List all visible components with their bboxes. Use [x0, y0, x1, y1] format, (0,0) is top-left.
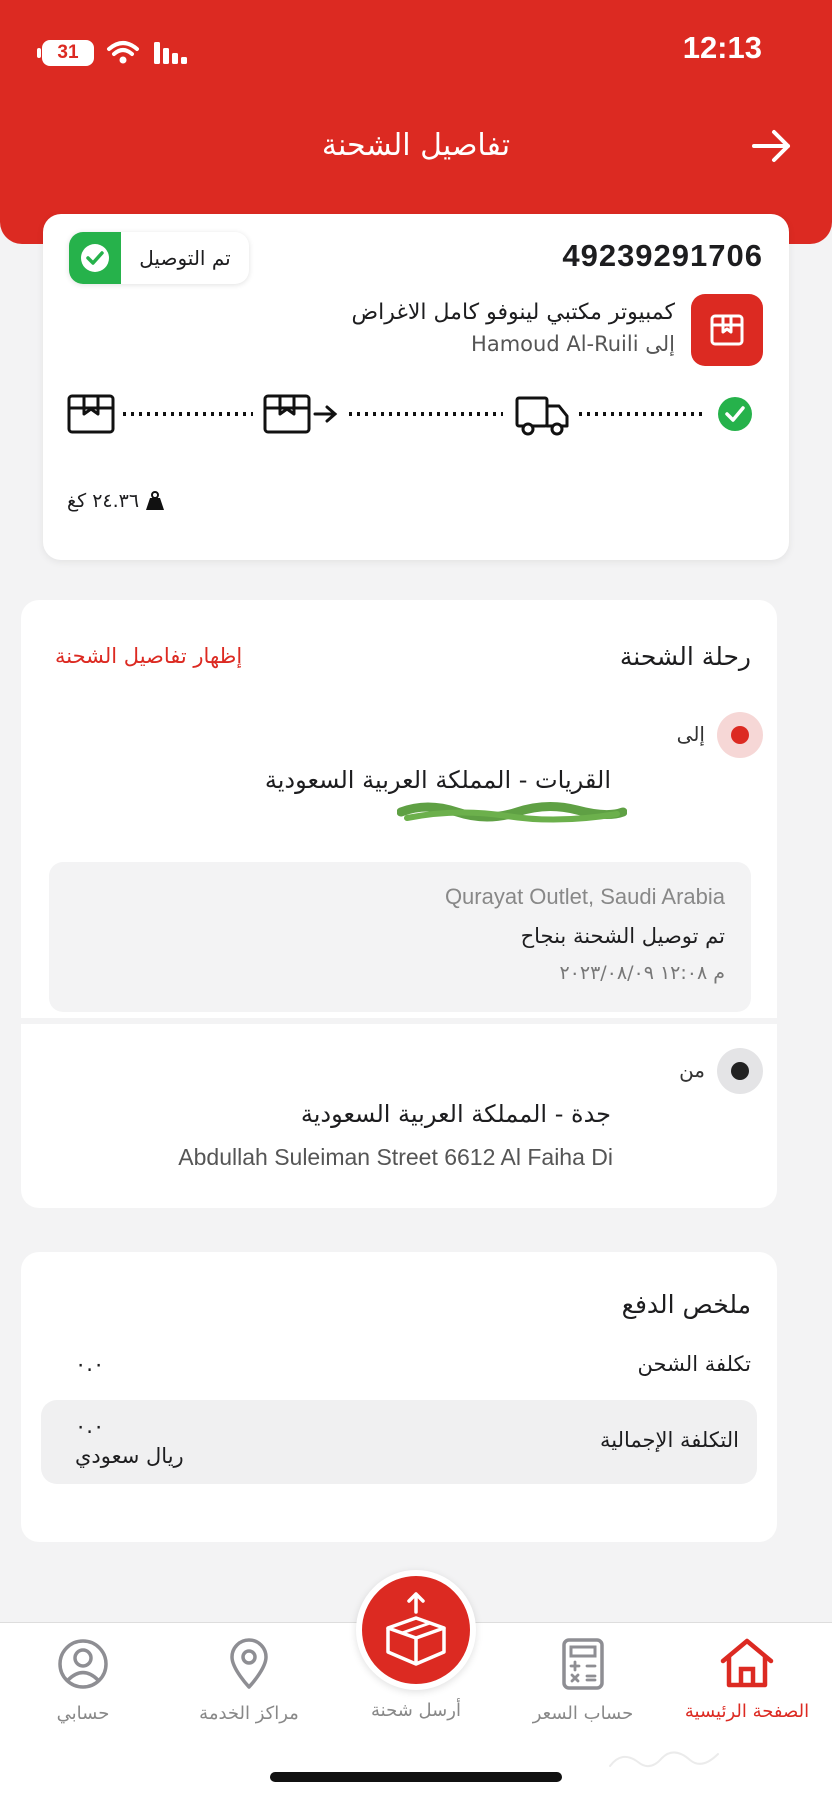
- shipment-summary-card[interactable]: تم التوصيل 49239291706 كمبيوتر مكتبي لين…: [43, 214, 789, 560]
- tab-price-calc-label: حساب السعر: [532, 1703, 634, 1724]
- truck-icon: [515, 396, 569, 436]
- status-time: 12:13: [682, 30, 762, 65]
- package-icon: [67, 394, 115, 434]
- check-icon: [69, 232, 121, 284]
- tab-service-centers-label: مراكز الخدمة: [199, 1703, 299, 1724]
- status-badge: تم التوصيل: [69, 232, 249, 284]
- weight-icon: [146, 491, 165, 510]
- weight-info: ٢٤.٣٦ كغ: [67, 490, 165, 512]
- event-status: تم توصيل الشحنة بنجاح: [520, 924, 725, 948]
- shipping-cost-label: تكلفة الشحن: [637, 1352, 751, 1376]
- tab-home-label: الصفحة الرئيسية: [684, 1701, 810, 1722]
- send-shipment-button[interactable]: [356, 1570, 476, 1690]
- origin-address: Abdullah Suleiman Street 6612 Al Faiha D…: [178, 1144, 613, 1170]
- tracking-number: 49239291706: [562, 238, 763, 273]
- origin-dot-icon: [717, 1048, 763, 1094]
- destination-dot-icon: [717, 712, 763, 758]
- header-bar: 31 12:13 تفاصيل الشحنة: [0, 0, 832, 244]
- payment-title: ملخص الدفع: [621, 1290, 751, 1319]
- total-cost-label: التكلفة الإجمالية: [599, 1428, 739, 1452]
- tracking-event: Qurayat Outlet, Saudi Arabia تم توصيل ال…: [49, 862, 751, 1012]
- package-icon: [263, 394, 338, 434]
- destination-city: القريات - المملكة العربية السعودية: [264, 766, 611, 794]
- battery-indicator: 31: [37, 40, 94, 66]
- package-icon: [691, 294, 763, 366]
- divider: [21, 1018, 777, 1024]
- wifi-icon: [107, 41, 139, 64]
- tab-service-centers[interactable]: مراكز الخدمة: [174, 1637, 324, 1724]
- event-outlet: Qurayat Outlet, Saudi Arabia: [444, 884, 725, 909]
- payment-summary-card: ملخص الدفع تكلفة الشحن ٠.٠ التكلفة الإجم…: [21, 1252, 777, 1542]
- watermark-logo: [606, 1748, 722, 1771]
- back-arrow-icon[interactable]: [750, 124, 794, 168]
- tab-home[interactable]: الصفحة الرئيسية: [672, 1637, 822, 1722]
- total-cost-row: التكلفة الإجمالية ٠.٠ ريال سعودي: [41, 1400, 757, 1484]
- shipment-journey-card: رحلة الشحنة إظهار تفاصيل الشحنة إلى القر…: [21, 600, 777, 1208]
- from-label: من: [679, 1058, 705, 1082]
- currency-label: ريال سعودي: [75, 1444, 184, 1468]
- check-icon: [718, 397, 752, 431]
- recipient-line: إلى Hamoud Al-Ruili: [471, 332, 675, 356]
- tab-price-calc[interactable]: حساب السعر: [508, 1637, 658, 1724]
- event-time: م ١٢:٠٨ ٢٠٢٣/٠٨/٠٩: [559, 962, 725, 984]
- journey-title: رحلة الشحنة: [619, 642, 751, 671]
- location-pin-icon: [230, 1638, 268, 1689]
- home-indicator: [270, 1772, 562, 1782]
- weight-value: ٢٤.٣٦ كغ: [67, 490, 140, 512]
- status-badge-label: تم التوصيل: [139, 246, 231, 270]
- page-title: تفاصيل الشحنة: [321, 128, 511, 163]
- redacted-scribble: [397, 802, 627, 823]
- user-icon: [58, 1639, 108, 1689]
- item-name: كمبيوتر مكتبي لينوفو كامل الاغراض: [351, 300, 675, 325]
- signal-icon: [154, 42, 187, 64]
- shipping-cost-value: ٠.٠: [75, 1352, 105, 1376]
- send-box-icon: [386, 1592, 446, 1666]
- to-label: إلى: [676, 722, 705, 746]
- calculator-icon: [562, 1638, 604, 1690]
- send-shipment-label: أرسل شحنة: [371, 1700, 461, 1721]
- origin-city: جدة - المملكة العربية السعودية: [300, 1100, 611, 1128]
- home-icon: [720, 1638, 774, 1688]
- tab-account[interactable]: حسابي: [8, 1637, 158, 1724]
- total-cost-value: ٠.٠: [75, 1414, 105, 1438]
- show-details-link[interactable]: إظهار تفاصيل الشحنة: [55, 644, 242, 668]
- shipment-progress-track: [67, 394, 752, 436]
- tab-account-label: حسابي: [56, 1703, 110, 1724]
